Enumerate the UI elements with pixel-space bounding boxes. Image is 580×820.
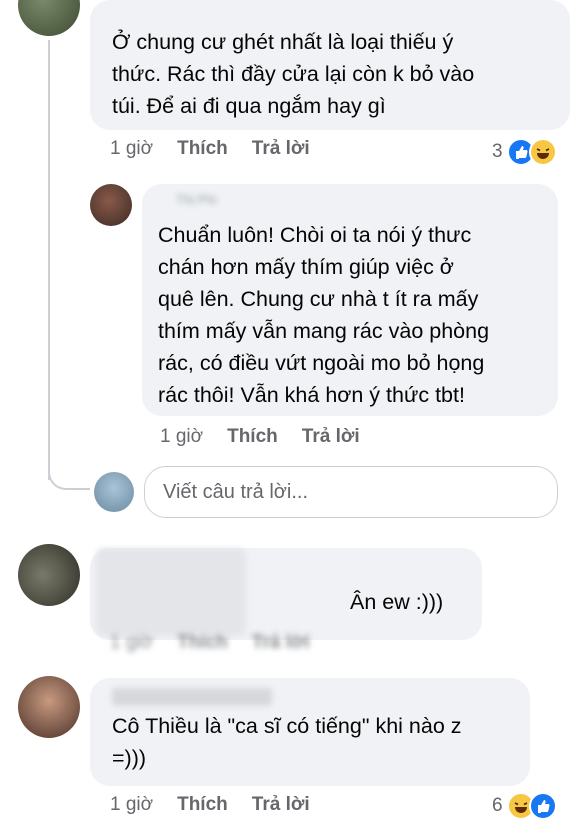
comment-time[interactable]: 1 giờ [110, 632, 153, 654]
like-button[interactable]: Thích [177, 632, 228, 654]
commenter-avatar[interactable] [18, 0, 80, 36]
haha-icon [528, 138, 557, 166]
reply-input[interactable]: Viết câu trả lời... [144, 466, 558, 518]
reaction-summary[interactable]: 6 [492, 792, 557, 820]
commenter-avatar[interactable] [18, 676, 80, 738]
commenter-name-redacted[interactable] [112, 688, 272, 706]
comment-time[interactable]: 1 giờ [110, 794, 153, 816]
comment-actions: 1 giờ Thích Trả lời [110, 632, 310, 654]
reaction-summary[interactable]: 3 [492, 138, 557, 166]
reaction-count: 6 [492, 795, 503, 816]
comment-text: Ở chung cư ghét nhất là loại thiếu ý thứ… [112, 30, 475, 118]
comment-text: Ân ew :))) [350, 590, 444, 614]
comment-bubble: Ở chung cư ghét nhất là loại thiếu ý thứ… [90, 0, 570, 130]
commenter-name-redacted[interactable] [96, 548, 246, 636]
comment-actions: 1 giờ Thích Trả lời [110, 794, 310, 816]
comment-bubble: Ân ew :))) [90, 548, 482, 640]
reply-avatar[interactable] [90, 184, 132, 226]
thread-line [48, 40, 50, 480]
reply-like-button[interactable]: Thích [227, 426, 278, 448]
comment-time[interactable]: 1 giờ [110, 138, 153, 160]
reply-button[interactable]: Trả lời [252, 794, 310, 816]
like-button[interactable]: Thích [177, 794, 228, 816]
reply-input-placeholder: Viết câu trả lời... [163, 480, 309, 503]
reply-text: Chuẩn luôn! Chòi oi ta nói ý thưc chán h… [158, 223, 490, 407]
reply-button[interactable]: Trả lời [252, 632, 310, 654]
reply-button[interactable]: Trả lời [252, 138, 310, 160]
like-icon [528, 792, 557, 820]
comment-text: Cô Thiều là "ca sĩ có tiếng" khi nào z =… [112, 714, 462, 770]
reply-reply-button[interactable]: Trả lời [302, 426, 360, 448]
comment-bubble: Cô Thiều là "ca sĩ có tiếng" khi nào z =… [90, 678, 530, 786]
reply-time[interactable]: 1 giờ [160, 426, 203, 448]
reply-bubble: Thị Phi Chuẩn luôn! Chòi oi ta nói ý thư… [142, 184, 558, 416]
comment-actions: 1 giờ Thích Trả lời [110, 138, 310, 160]
thread-connector [48, 458, 90, 490]
like-button[interactable]: Thích [177, 138, 228, 160]
commenter-avatar[interactable] [18, 544, 80, 606]
reply-author-name[interactable]: Thị Phi [176, 192, 540, 207]
current-user-avatar [94, 472, 134, 512]
reaction-count: 3 [492, 141, 503, 162]
reply-actions: 1 giờ Thích Trả lời [160, 426, 360, 448]
